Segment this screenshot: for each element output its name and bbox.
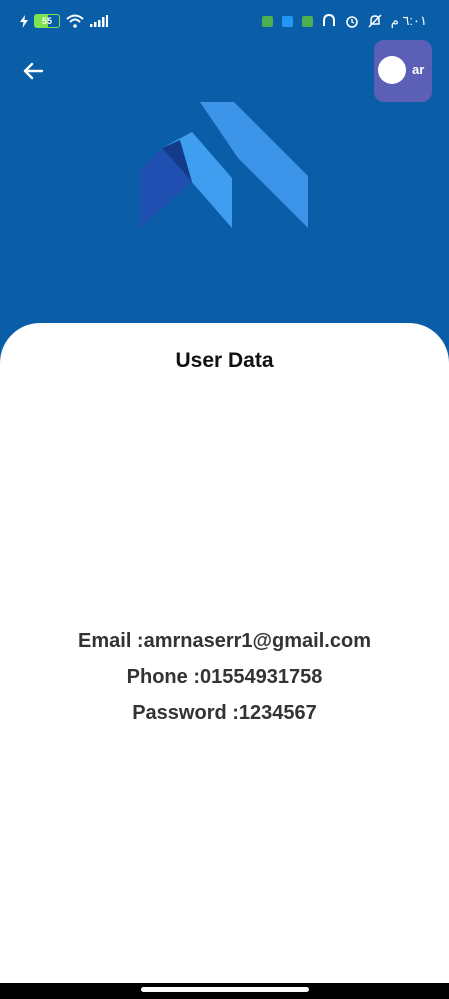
home-indicator[interactable]: [141, 987, 309, 992]
back-button[interactable]: [20, 58, 46, 84]
signal-icon: [90, 15, 108, 27]
phone-text: Phone :01554931758: [126, 666, 323, 688]
email-text: Email :amrnaserr1@gmail.com: [78, 630, 371, 652]
arrow-left-icon: [23, 62, 43, 80]
battery-icon: 55: [34, 14, 60, 28]
alarm-icon: [345, 16, 358, 28]
upload-notification-icon: [281, 15, 293, 27]
bell-off-icon: [368, 14, 382, 28]
navigation-bar: [0, 983, 449, 999]
card-title: User Data: [175, 349, 274, 372]
charging-icon: [20, 14, 28, 28]
headphones-icon: [322, 14, 335, 26]
user-data-card: User Data Email :amrnaserr1@gmail.com Ph…: [0, 323, 449, 983]
wifi-icon: [66, 14, 84, 28]
password-text: Password :1234567: [132, 702, 317, 724]
clock: ٦:٠١ م: [390, 13, 427, 28]
status-right: ٦:٠١ م: [261, 13, 427, 29]
status-left: 55: [20, 14, 108, 28]
app-logo: [140, 102, 308, 228]
app-notification-icon: [261, 15, 273, 27]
toggle-knob: [378, 56, 406, 84]
app-notification-icon-2: [301, 15, 313, 27]
language-toggle-label: ar: [412, 62, 425, 77]
language-toggle[interactable]: ar: [374, 40, 432, 102]
